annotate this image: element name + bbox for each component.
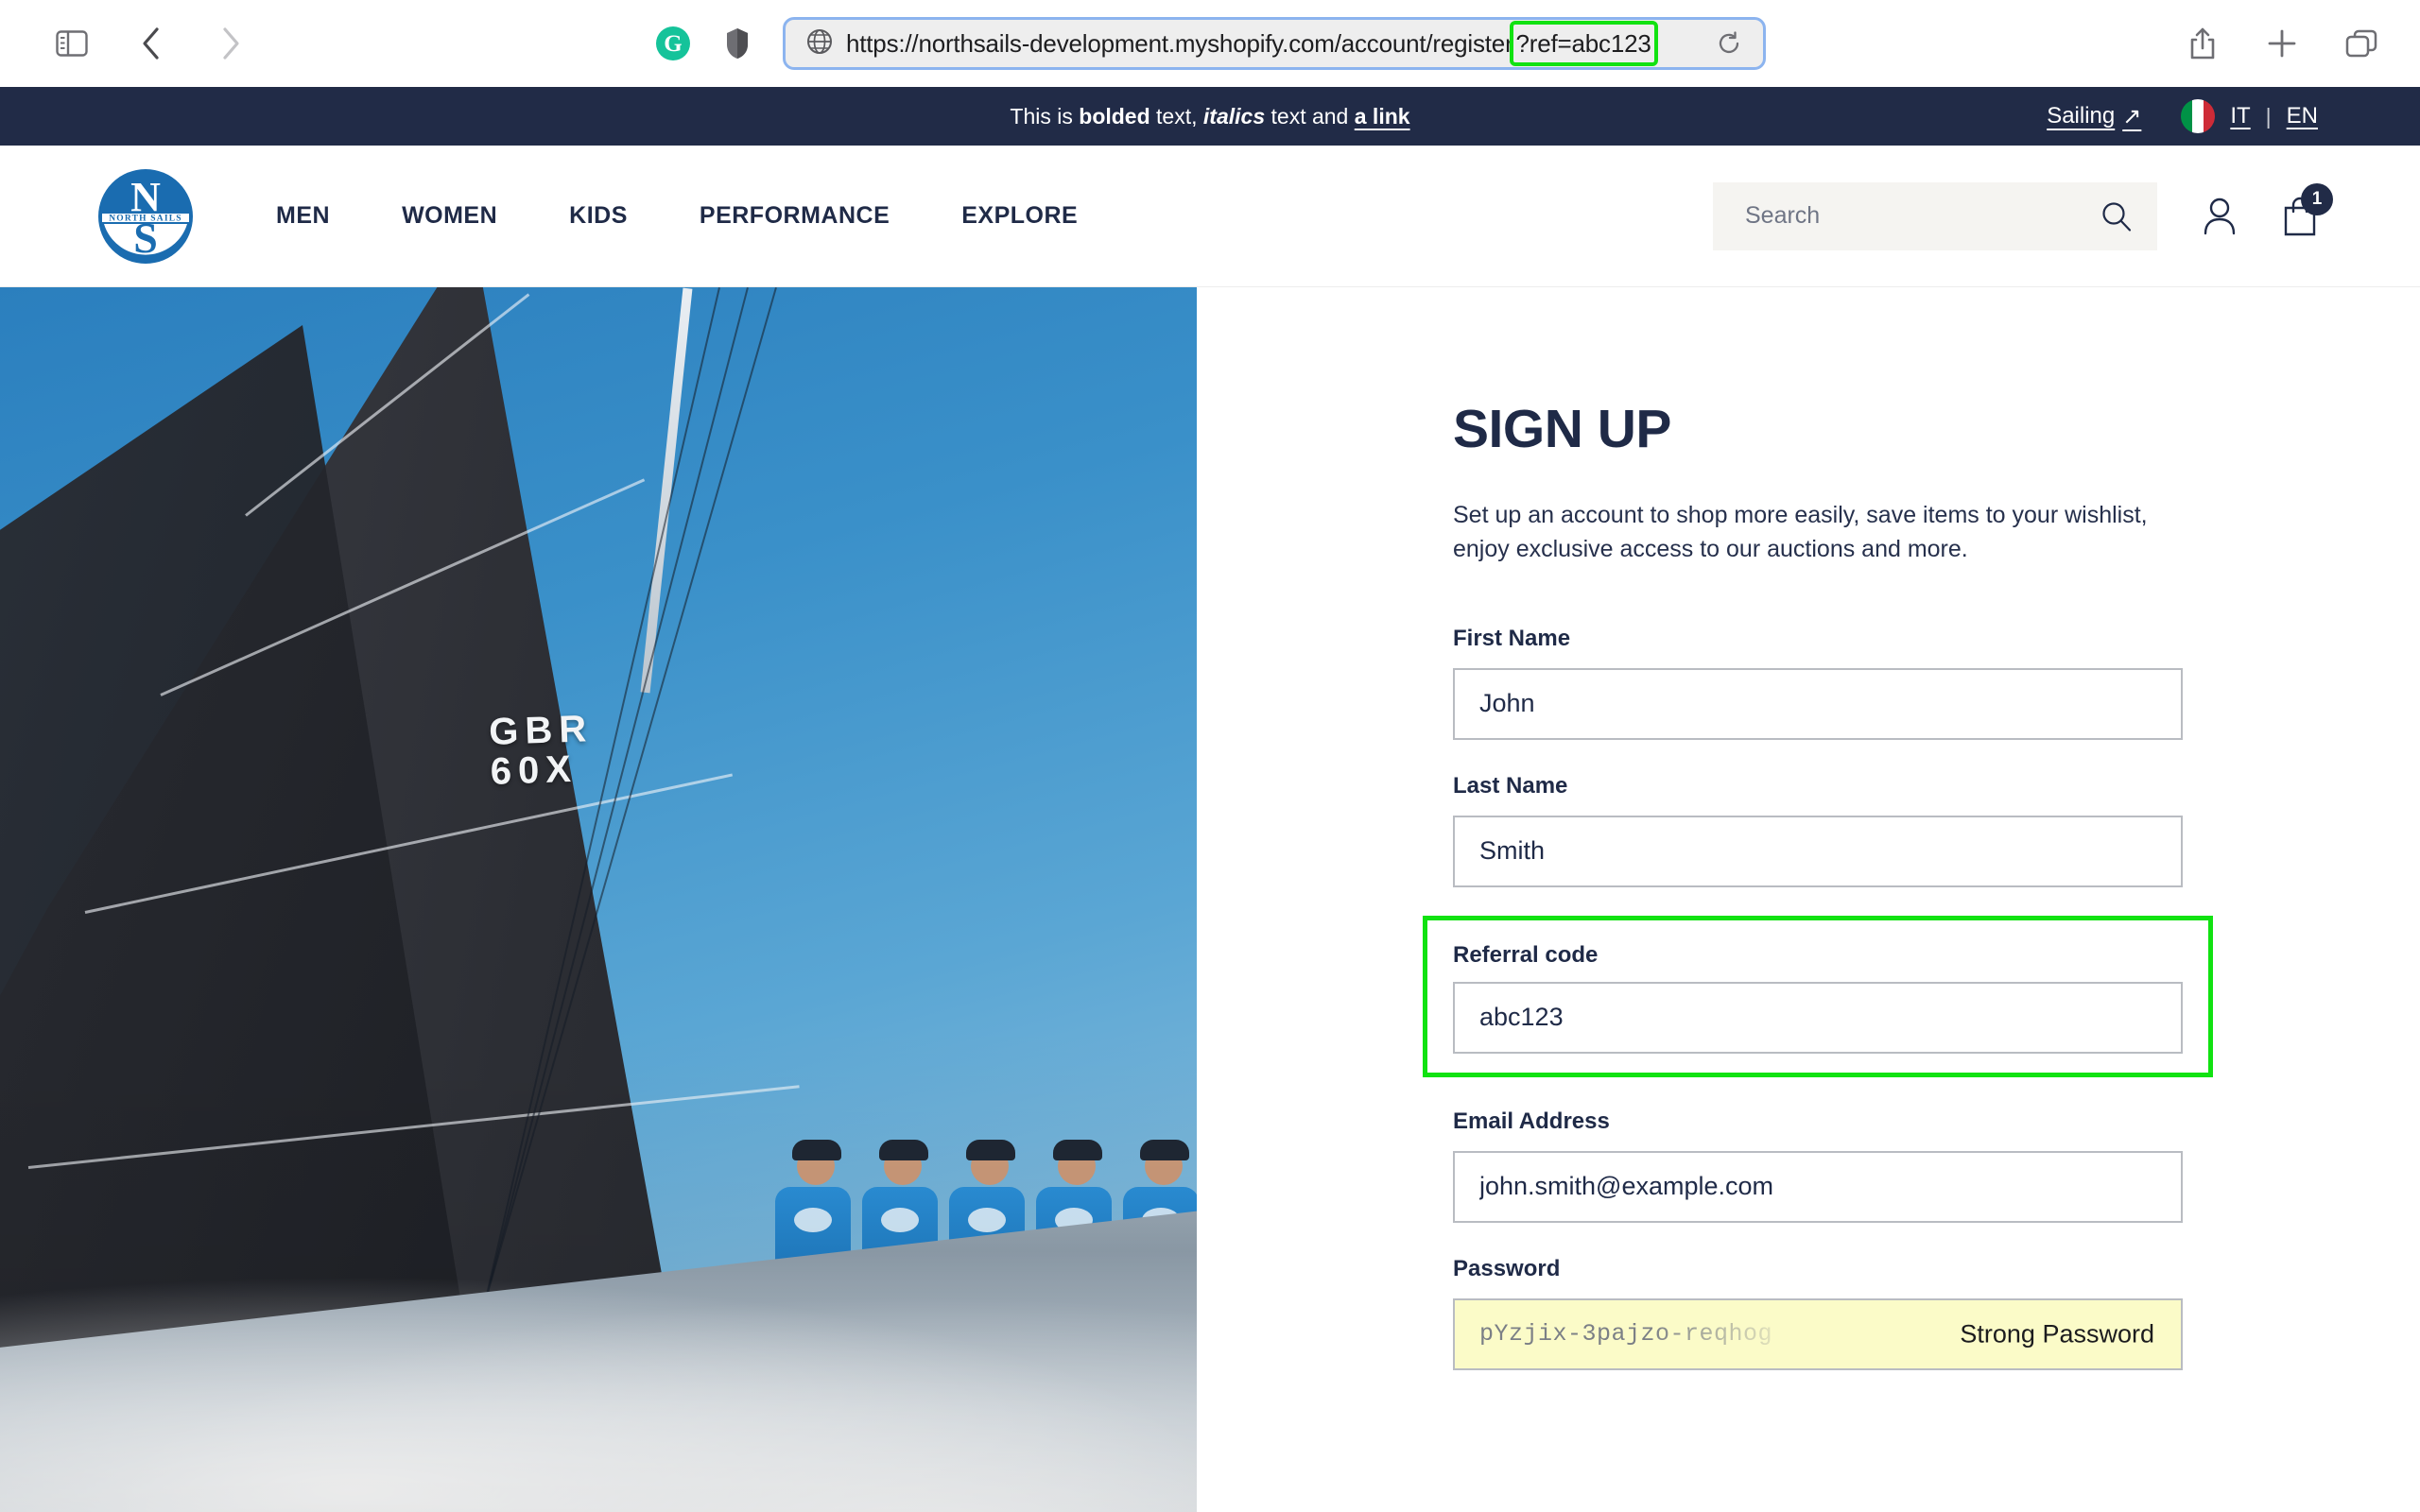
last-name-label: Last Name [1453, 772, 1568, 799]
password-label: Password [1453, 1255, 1561, 1281]
grammarly-extension-icon[interactable]: G [654, 25, 692, 62]
svg-text:S: S [133, 214, 158, 262]
url-query-highlight: ?ref=abc123 [1509, 20, 1658, 66]
nav-item-performance[interactable]: PERFORMANCE [664, 202, 925, 230]
page-title: SIGN UP [1453, 399, 1671, 459]
nav-item-explore[interactable]: EXPLORE [925, 202, 1114, 230]
shopping-bag-icon[interactable]: 1 [2282, 182, 2333, 236]
page-body: GBR 60X SIGN UP Set up an account to sho… [0, 287, 2420, 1512]
announcement-utilities: Sailing ↗ IT | EN [2047, 99, 2420, 133]
email-address-input[interactable] [1453, 1150, 2183, 1223]
field-last-name: Last Name [1453, 773, 2183, 887]
announcement-mid2: text and [1265, 103, 1355, 129]
sidebar-toggle-icon[interactable] [51, 23, 93, 64]
url-bar[interactable]: https://northsails-development.myshopify… [783, 17, 1766, 70]
page-subtitle: Set up an account to shop more easily, s… [1453, 502, 2148, 563]
grammarly-glyph: G [656, 26, 690, 60]
signup-form: First Name Last Name Referral code Email… [1423, 626, 2213, 1370]
lang-it[interactable]: IT [2230, 103, 2250, 129]
back-arrow-icon[interactable] [130, 23, 172, 64]
url-base: https://northsails-development.myshopify… [846, 28, 1513, 58]
sailing-label: Sailing [2047, 103, 2116, 129]
signup-panel: SIGN UP Set up an account to shop more e… [1197, 287, 2420, 1512]
referral-code-label: Referral code [1453, 941, 1599, 968]
announcement-link[interactable]: a link [1355, 104, 1410, 129]
privacy-shield-icon[interactable] [718, 25, 756, 62]
browser-nav-controls [51, 23, 251, 64]
search-input[interactable] [1745, 202, 2100, 230]
browser-address-area: G https://northsails-development.myshopi… [0, 17, 2420, 70]
nav-item-kids[interactable]: KIDS [533, 202, 664, 230]
external-arrow-icon: ↗ [2122, 103, 2142, 129]
browser-action-controls [2182, 23, 2382, 64]
announcement-bar: This is bolded text, italics text and a … [0, 87, 2420, 146]
site-header: N NORTH SAILS S MEN WOMEN KIDS PERFORMAN… [0, 146, 2420, 287]
share-icon[interactable] [2182, 23, 2223, 64]
password-wrapper: Strong Password [1453, 1297, 2183, 1370]
field-password: Password Strong Password [1453, 1256, 2183, 1370]
cart-count-badge: 1 [2301, 182, 2333, 215]
announcement-prefix: This is [1010, 103, 1080, 129]
email-address-label: Email Address [1453, 1108, 1610, 1134]
field-email-address: Email Address [1453, 1108, 2183, 1223]
tab-overview-icon[interactable] [2341, 23, 2382, 64]
language-selector: IT | EN [2181, 99, 2318, 133]
plus-icon[interactable] [2261, 23, 2303, 64]
password-input[interactable] [1453, 1297, 2183, 1370]
search-icon[interactable] [2100, 200, 2133, 232]
hero-image: GBR 60X [0, 287, 1197, 1512]
header-utilities: 1 [1713, 181, 2333, 250]
lang-separator: | [2265, 103, 2272, 129]
url-text: https://northsails-development.myshopify… [846, 20, 1697, 66]
announcement-italic: italics [1202, 103, 1266, 129]
announcement-mid1: text, [1150, 103, 1203, 129]
hero-overlay [0, 287, 1197, 1512]
sailing-link[interactable]: Sailing ↗ [2047, 103, 2141, 130]
browser-chrome: G https://northsails-development.myshopi… [0, 0, 2420, 87]
user-account-icon[interactable] [2201, 197, 2238, 236]
first-name-label: First Name [1453, 625, 1571, 651]
lang-en[interactable]: EN [2287, 103, 2318, 129]
announcement-bold: bolded [1079, 103, 1150, 129]
italy-flag-icon [2181, 99, 2216, 133]
nav-item-women[interactable]: WOMEN [366, 202, 533, 230]
north-sails-logo[interactable]: N NORTH SAILS S [96, 167, 195, 266]
forward-arrow-icon[interactable] [210, 23, 251, 64]
search-box[interactable] [1713, 181, 2157, 250]
nav-item-men[interactable]: MEN [240, 202, 366, 230]
field-referral-code: Referral code [1423, 915, 2213, 1077]
main-navigation: MEN WOMEN KIDS PERFORMANCE EXPLORE [240, 202, 1114, 230]
first-name-input[interactable] [1453, 667, 2183, 740]
globe-icon [806, 28, 833, 60]
last-name-input[interactable] [1453, 815, 2183, 887]
reload-icon[interactable] [1710, 25, 1748, 62]
field-first-name: First Name [1453, 626, 2183, 740]
referral-code-input[interactable] [1453, 981, 2183, 1054]
